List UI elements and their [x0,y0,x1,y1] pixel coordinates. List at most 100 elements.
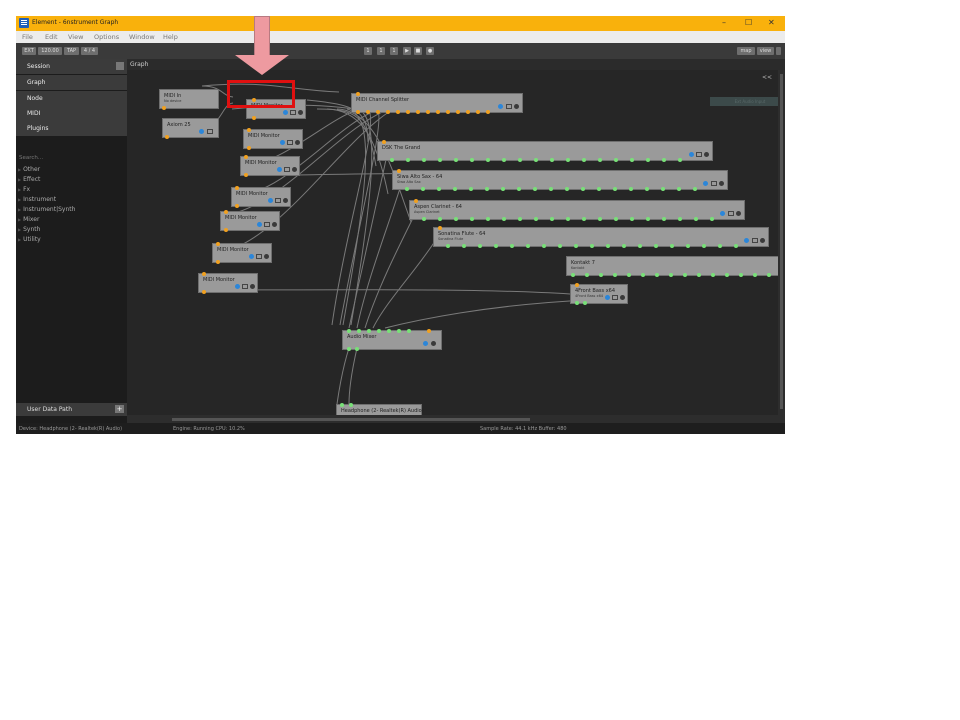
midi-port[interactable] [416,110,420,114]
audio-port[interactable] [542,244,546,248]
edit-icon[interactable] [250,284,255,289]
audio-port[interactable] [686,244,690,248]
audio-port[interactable] [710,217,714,221]
audio-port[interactable] [645,187,649,191]
midi-icon[interactable] [264,222,270,227]
midi-port[interactable] [244,173,248,177]
play-button[interactable]: ▶ [403,47,411,55]
node-midi-monitor-4[interactable]: MIDI Monitor [231,186,291,208]
power-icon[interactable] [268,198,273,203]
power-icon[interactable] [199,129,204,134]
audio-port[interactable] [629,187,633,191]
audio-port[interactable] [518,158,522,162]
node-siwa-alto-sax[interactable]: Siwa Alto Sax - 64 Siwa Alto Sax [392,169,728,191]
node-midi-monitor-7[interactable]: MIDI Monitor [198,272,258,294]
plugin-category-mixer[interactable]: ▶ Mixer [18,216,39,223]
midi-icon[interactable] [506,104,512,109]
audio-port[interactable] [598,217,602,221]
audio-port[interactable] [571,273,575,277]
midi-port[interactable] [356,92,360,96]
audio-port[interactable] [739,273,743,277]
audio-port[interactable] [585,273,589,277]
audio-port[interactable] [581,187,585,191]
midi-port[interactable] [235,186,239,190]
audio-port[interactable] [355,347,359,351]
audio-port[interactable] [397,329,401,333]
audio-port[interactable] [349,403,353,407]
sidebar-item-node[interactable]: Node [16,91,127,106]
audio-port[interactable] [662,158,666,162]
midi-port[interactable] [247,146,251,150]
midi-port[interactable] [397,169,401,173]
audio-port[interactable] [470,217,474,221]
midi-port[interactable] [446,110,450,114]
add-path-button[interactable]: + [115,405,124,413]
midi-port[interactable] [356,110,360,114]
audio-port[interactable] [702,244,706,248]
meter-field[interactable]: 4 / 4 [81,47,98,55]
audio-port[interactable] [627,273,631,277]
audio-port[interactable] [670,244,674,248]
audio-port[interactable] [734,244,738,248]
power-icon[interactable] [423,341,428,346]
audio-port[interactable] [613,187,617,191]
close-button[interactable]: ✕ [768,18,775,28]
audio-port[interactable] [422,217,426,221]
plugin-category-synth[interactable]: ▶ Synth [18,226,40,233]
node-axiom-25[interactable]: Axiom 25 [162,118,219,139]
more-icon[interactable] [776,47,781,55]
edit-icon[interactable] [719,181,724,186]
audio-port[interactable] [486,217,490,221]
audio-port[interactable] [614,158,618,162]
audio-port[interactable] [767,273,771,277]
audio-port[interactable] [421,187,425,191]
audio-port[interactable] [614,217,618,221]
audio-port[interactable] [453,187,457,191]
menu-options[interactable]: Options [94,33,119,41]
midi-port[interactable] [244,155,248,159]
audio-port[interactable] [575,301,579,305]
node-kontakt-7[interactable]: Kontakt 7 Kontakt [566,256,778,277]
midi-port[interactable] [382,140,386,144]
audio-port[interactable] [638,244,642,248]
audio-port[interactable] [694,217,698,221]
audio-port[interactable] [462,244,466,248]
audio-port[interactable] [340,403,344,407]
audio-port[interactable] [669,273,673,277]
edit-icon[interactable] [272,222,277,227]
audio-port[interactable] [405,187,409,191]
sidebar-item-graph[interactable]: Graph [16,75,127,90]
midi-port[interactable] [366,110,370,114]
audio-port[interactable] [678,217,682,221]
minimize-button[interactable]: – [722,18,726,28]
midi-port[interactable] [202,272,206,276]
power-icon[interactable] [703,181,708,186]
audio-port[interactable] [606,244,610,248]
audio-port[interactable] [347,329,351,333]
audio-port[interactable] [422,158,426,162]
menu-edit[interactable]: Edit [45,33,58,41]
power-icon[interactable] [235,284,240,289]
view-button[interactable]: view [757,47,774,55]
audio-port[interactable] [718,244,722,248]
audio-port[interactable] [478,244,482,248]
edit-icon[interactable] [620,295,625,300]
audio-port[interactable] [494,244,498,248]
audio-port[interactable] [566,158,570,162]
midi-icon[interactable] [275,198,281,203]
audio-port[interactable] [470,158,474,162]
midi-port[interactable] [414,199,418,203]
plugin-search-input[interactable]: Search... [16,153,127,163]
audio-port[interactable] [678,158,682,162]
plugin-category-instrument[interactable]: ▶ Instrument [18,196,56,203]
audio-port[interactable] [566,217,570,221]
edit-icon[interactable] [283,198,288,203]
audio-port[interactable] [582,158,586,162]
audio-port[interactable] [347,347,351,351]
tempo-field[interactable]: 120.00 [38,47,62,55]
midi-port[interactable] [396,110,400,114]
graph-canvas[interactable]: Ext Audio Input << MIDI In No device Axi… [127,70,778,415]
audio-port[interactable] [438,217,442,221]
audio-port[interactable] [697,273,701,277]
audio-port[interactable] [534,158,538,162]
